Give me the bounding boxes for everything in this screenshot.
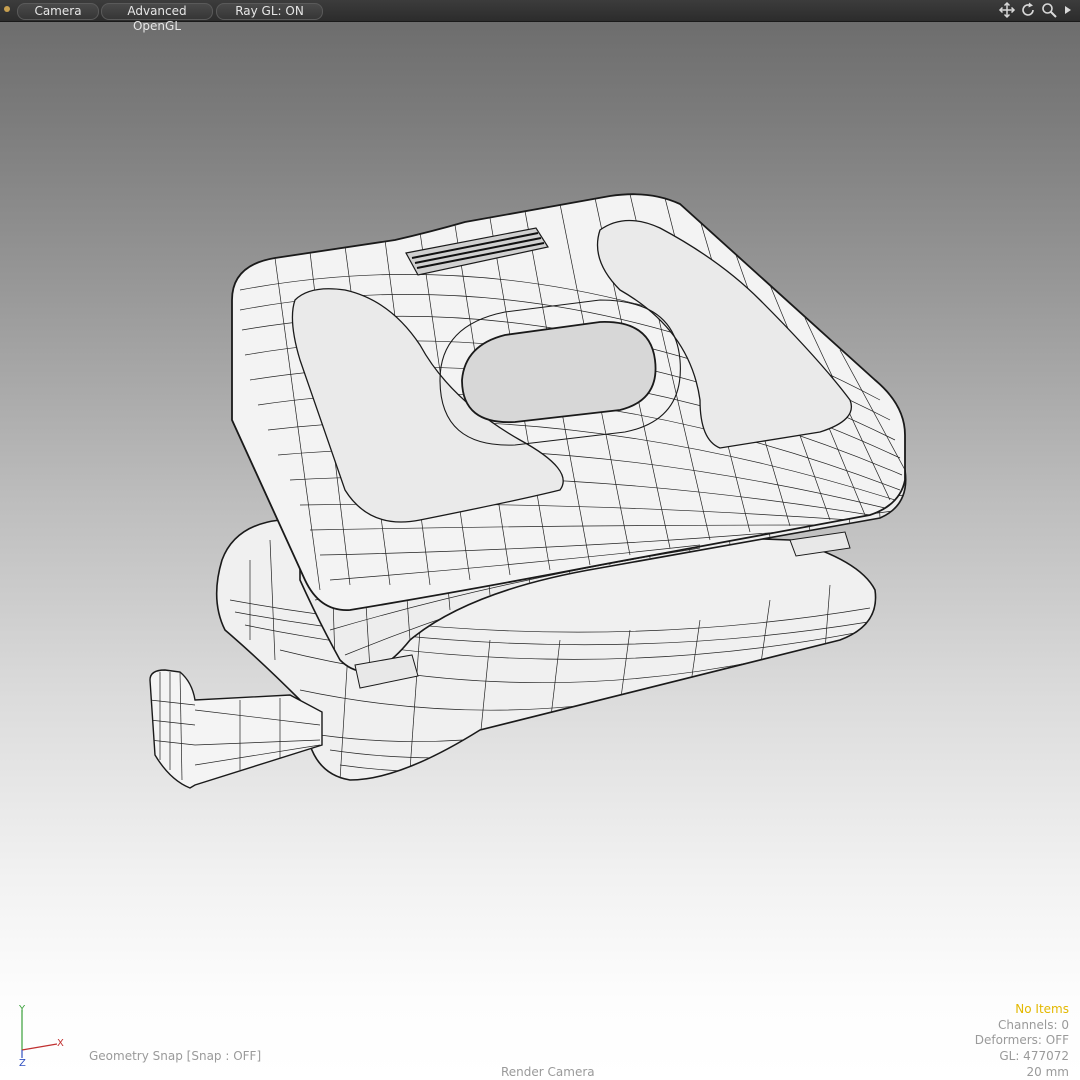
camera-button[interactable]: Camera xyxy=(17,3,99,20)
deformers-status: Deformers: OFF xyxy=(974,1033,1069,1047)
rear-foot xyxy=(789,531,851,557)
expand-arrow-icon[interactable] xyxy=(1062,1,1074,19)
3d-viewport[interactable] xyxy=(0,22,1080,1080)
axis-gizmo: Y X Z xyxy=(18,1004,64,1068)
gl-polycount-status: GL: 477072 xyxy=(999,1049,1069,1063)
rotate-view-icon[interactable] xyxy=(1019,1,1037,19)
viewport-menu-dot[interactable] xyxy=(4,6,10,12)
selection-items-status: No Items xyxy=(1015,1002,1069,1016)
geometry-snap-status: Geometry Snap [Snap : OFF] xyxy=(89,1049,262,1063)
grid-scale-status: 20 mm xyxy=(1026,1065,1069,1079)
zoom-view-icon[interactable] xyxy=(1040,1,1058,19)
move-view-icon[interactable] xyxy=(998,1,1016,19)
axis-x-label: X xyxy=(57,1038,64,1049)
render-camera-label: Render Camera xyxy=(501,1065,595,1079)
channels-status: Channels: 0 xyxy=(997,1018,1069,1032)
viewport-toolbar: Camera Advanced OpenGL Ray GL: ON xyxy=(0,0,1080,33)
hole-punch-model xyxy=(149,193,907,789)
axis-x-line xyxy=(21,1043,58,1051)
axis-y-label: Y xyxy=(18,1004,26,1015)
ray-gl-button[interactable]: Ray GL: ON xyxy=(216,3,323,20)
axis-z-label: Z xyxy=(19,1058,26,1068)
shading-mode-button[interactable]: Advanced OpenGL xyxy=(101,3,213,33)
